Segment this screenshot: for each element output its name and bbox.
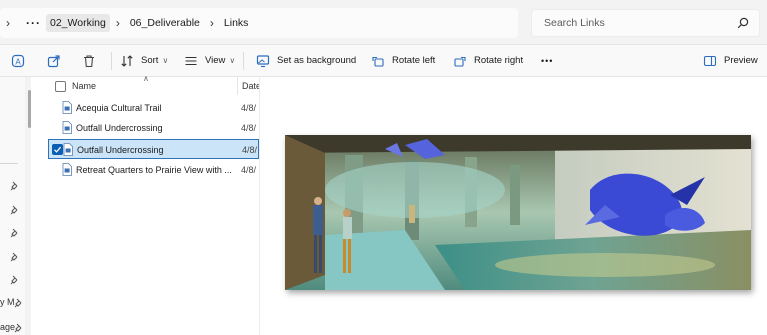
command-bar: A Sort ∨ View ∨ Set as background Rotate… xyxy=(0,44,767,77)
search-placeholder: Search Links xyxy=(544,17,605,29)
sort-button[interactable]: Sort ∨ xyxy=(120,45,168,76)
file-row[interactable]: Acequia Cultural Trail 4/8/ xyxy=(48,98,259,118)
sort-icon xyxy=(121,54,133,67)
select-all-checkbox[interactable] xyxy=(55,81,66,92)
set-as-background-button[interactable]: Set as background xyxy=(256,45,356,76)
pin-icon[interactable] xyxy=(10,275,20,285)
row-checkbox[interactable] xyxy=(52,144,63,155)
svg-text:A: A xyxy=(15,57,21,66)
chevron-down-icon: ∨ xyxy=(162,56,169,65)
file-icon xyxy=(63,143,73,156)
preview-label: Preview xyxy=(724,55,758,66)
delete-button[interactable] xyxy=(82,45,103,76)
file-date: 4/8/ xyxy=(242,145,258,155)
share-button[interactable] xyxy=(47,45,68,76)
search-box[interactable]: Search Links xyxy=(531,9,760,37)
toolbar-divider xyxy=(111,52,112,70)
view-label: View xyxy=(205,55,226,66)
file-row[interactable]: Outfall Undercrossing 4/8/ xyxy=(48,139,259,159)
file-icon xyxy=(62,101,72,114)
pin-icon[interactable] xyxy=(14,298,24,308)
pin-icon[interactable] xyxy=(10,205,20,215)
file-name: Outfall Undercrossing xyxy=(77,145,164,155)
file-date: 4/8/ xyxy=(241,165,257,175)
breadcrumb-item-working[interactable]: 02_Working xyxy=(46,14,110,32)
preview-pane xyxy=(259,77,767,335)
breadcrumb: › ··· 02_Working › 06_Deliverable › Link… xyxy=(0,8,518,38)
breadcrumb-item-deliverable[interactable]: 06_Deliverable xyxy=(126,14,204,32)
nav-divider xyxy=(0,163,18,164)
rotate-right-icon xyxy=(454,56,466,67)
chevron-right-icon[interactable]: › xyxy=(210,16,214,30)
sort-ascending-icon: ∧ xyxy=(143,74,149,83)
pin-icon[interactable] xyxy=(10,252,20,262)
file-list: ∧ Name Date Acequia Cultural Trail 4/8/Ou… xyxy=(31,74,261,335)
preview-pane-icon xyxy=(703,55,717,66)
search-icon[interactable] xyxy=(737,17,749,29)
rotate-left-icon xyxy=(372,56,384,67)
rotate-right-button[interactable]: Rotate right xyxy=(453,45,523,76)
desktop-background-icon xyxy=(256,54,270,67)
sort-label: Sort xyxy=(141,55,159,66)
file-date: 4/8/ xyxy=(241,103,257,113)
ai-icon: A xyxy=(11,54,25,67)
toolbar-divider xyxy=(243,52,244,70)
breadcrumb-overflow-button[interactable]: ··· xyxy=(26,16,41,30)
see-more-button[interactable]: ••• xyxy=(541,45,553,76)
set-as-background-label: Set as background xyxy=(277,55,357,66)
pin-icon[interactable] xyxy=(14,323,24,333)
rotate-right-label: Rotate right xyxy=(474,55,524,66)
ai-actions-button[interactable]: A xyxy=(11,45,32,76)
view-icon xyxy=(185,56,197,65)
file-name: Outfall Undercrossing xyxy=(76,123,163,133)
chevron-right-icon[interactable]: › xyxy=(6,16,10,30)
file-row[interactable]: Outfall Undercrossing 4/8/ xyxy=(48,118,259,138)
nav-item-label[interactable]: age xyxy=(0,322,15,332)
rotate-left-label: Rotate left xyxy=(392,55,436,66)
chevron-down-icon: ∨ xyxy=(229,56,236,65)
rotate-left-button[interactable]: Rotate left xyxy=(371,45,435,76)
navigation-pane: y M age xyxy=(0,77,25,335)
file-name: Retreat Quarters to Prairie View with ..… xyxy=(76,165,232,175)
nav-item-label[interactable]: y M xyxy=(0,297,15,307)
file-icon xyxy=(62,121,72,134)
breadcrumb-item-links[interactable]: Links xyxy=(220,14,253,32)
column-headers: ∧ Name Date xyxy=(31,74,261,97)
trash-icon xyxy=(84,54,94,67)
preview-pane-button[interactable]: Preview xyxy=(703,45,758,76)
file-row[interactable]: Retreat Quarters to Prairie View with ..… xyxy=(48,160,259,180)
pin-icon[interactable] xyxy=(10,228,20,238)
view-button[interactable]: View ∨ xyxy=(184,45,235,76)
share-icon xyxy=(47,54,60,67)
file-icon xyxy=(62,163,72,176)
pin-icon[interactable] xyxy=(10,181,20,191)
preview-image xyxy=(285,135,751,290)
file-date: 4/8/ xyxy=(241,123,257,133)
address-bar: › ··· 02_Working › 06_Deliverable › Link… xyxy=(0,0,767,44)
file-name: Acequia Cultural Trail xyxy=(76,103,162,113)
column-header-name[interactable]: Name xyxy=(72,81,96,91)
chevron-right-icon[interactable]: › xyxy=(116,16,120,30)
column-divider[interactable] xyxy=(237,77,238,95)
